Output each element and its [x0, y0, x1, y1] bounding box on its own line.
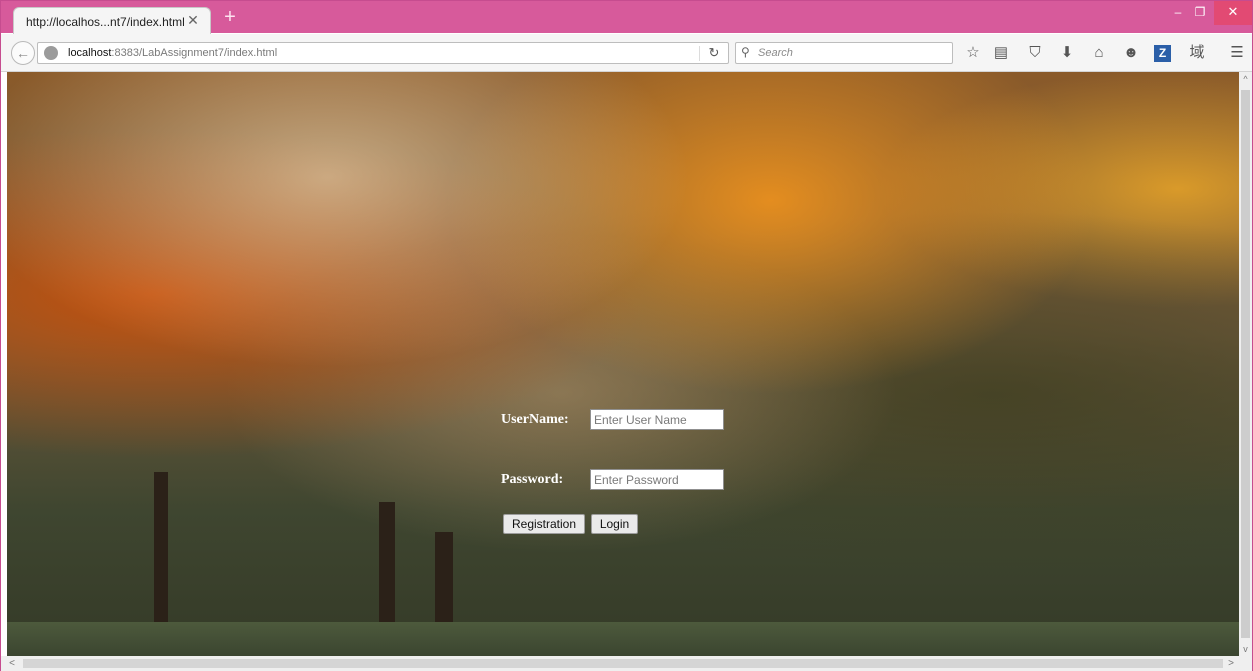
maximize-button[interactable]: ❐ — [1189, 1, 1211, 25]
menu-icon[interactable]: ☰ — [1227, 44, 1247, 64]
back-button[interactable]: ← — [11, 41, 35, 65]
scroll-up-icon[interactable]: ^ — [1239, 72, 1252, 86]
tree-trunk — [154, 472, 168, 642]
zotero-icon[interactable]: Z — [1154, 45, 1171, 62]
chat-icon[interactable]: ☻ — [1121, 44, 1141, 64]
scroll-left-icon[interactable]: < — [5, 656, 19, 671]
minimize-button[interactable]: – — [1167, 1, 1189, 25]
title-bar: http://localhos...nt7/index.html ✕ + – ❐… — [1, 1, 1252, 34]
registration-button[interactable]: Registration — [503, 514, 585, 534]
url-text: localhost:8383/LabAssignment7/index.html — [68, 47, 277, 59]
search-bar[interactable]: ⚲ Search — [735, 42, 953, 64]
pocket-icon[interactable]: ⛉ — [1025, 44, 1045, 64]
search-placeholder: Search — [758, 47, 793, 59]
home-icon[interactable]: ⌂ — [1089, 44, 1109, 64]
tab-title: http://localhos...nt7/index.html — [26, 15, 185, 29]
username-input[interactable] — [590, 409, 724, 430]
navigation-toolbar: ← localhost:8383/LabAssignment7/index.ht… — [1, 34, 1252, 72]
browser-window: http://localhos...nt7/index.html ✕ + – ❐… — [0, 0, 1253, 671]
reload-icon[interactable]: ↻ — [706, 45, 722, 61]
close-window-button[interactable]: ✕ — [1214, 1, 1252, 25]
address-bar[interactable]: localhost:8383/LabAssignment7/index.html… — [37, 42, 729, 64]
search-icon: ⚲ — [741, 45, 750, 59]
translate-icon[interactable]: 域 — [1187, 44, 1207, 64]
tab-close-icon[interactable]: ✕ — [185, 12, 201, 28]
tab-active[interactable]: http://localhos...nt7/index.html ✕ — [13, 7, 211, 34]
scroll-down-icon[interactable]: v — [1239, 642, 1252, 656]
vertical-scrollbar[interactable]: ^ v — [1239, 72, 1252, 656]
login-button[interactable]: Login — [591, 514, 638, 534]
horizontal-scrollbar[interactable]: < > — [1, 656, 1252, 671]
password-input[interactable] — [590, 469, 724, 490]
url-path: :8383/LabAssignment7/index.html — [111, 47, 278, 59]
url-divider — [699, 46, 700, 61]
url-host: localhost — [68, 47, 112, 59]
password-label: Password: — [501, 472, 564, 487]
back-arrow-icon: ← — [16, 45, 30, 61]
ground — [7, 622, 1239, 656]
vertical-scroll-thumb[interactable] — [1241, 90, 1250, 638]
horizontal-scroll-thumb[interactable] — [23, 659, 1223, 668]
tree-trunk — [379, 502, 395, 642]
globe-icon — [44, 46, 58, 60]
username-label: UserName: — [501, 412, 569, 427]
reading-list-icon[interactable]: ▤ — [991, 44, 1011, 64]
scroll-right-icon[interactable]: > — [1224, 656, 1238, 671]
new-tab-button[interactable]: + — [221, 7, 239, 27]
star-icon[interactable]: ☆ — [963, 44, 983, 64]
download-icon[interactable]: ⬇ — [1057, 44, 1077, 64]
page-viewport: UserName: Password: Registration Login — [7, 72, 1239, 656]
